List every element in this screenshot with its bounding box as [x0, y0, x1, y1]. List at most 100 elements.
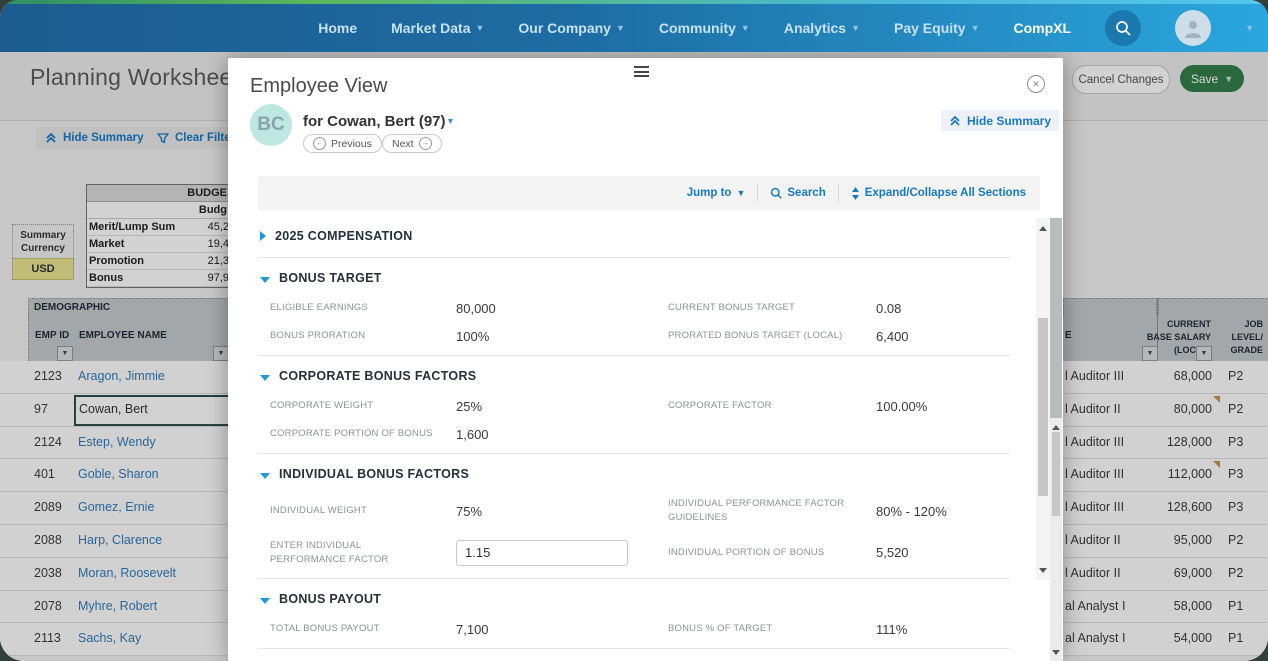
- search-button[interactable]: [1105, 10, 1141, 46]
- expand-collapse-all-button[interactable]: Expand/Collapse All Sections: [851, 187, 1026, 200]
- modal-title: Employee View: [250, 75, 387, 98]
- field-row: INDIVIDUAL WEIGHT 75% INDIVIDUAL PERFORM…: [270, 497, 1010, 526]
- jump-to-dropdown[interactable]: Jump to ▼: [687, 187, 746, 199]
- field-value: 1,600: [456, 427, 668, 442]
- field-value: 6,400: [876, 329, 1010, 344]
- field-row: ELIGIBLE EARNINGS 80,000 CURRENT BONUS T…: [270, 301, 1010, 316]
- field-value: 5,520: [876, 545, 1010, 560]
- modal-hide-summary-label: Hide Summary: [967, 114, 1051, 128]
- field-value: 111%: [876, 622, 1010, 637]
- section-bonus-payout: BONUS PAYOUT TOTAL BONUS PAYOUT 7,100 BO…: [258, 579, 1010, 649]
- section-2025-compensation: 2025 COMPENSATION: [258, 216, 1010, 258]
- drag-handle-icon[interactable]: [634, 66, 649, 80]
- field-label: CORPORATE PORTION OF BONUS: [270, 427, 456, 441]
- field-value: 7,100: [456, 622, 668, 637]
- field-label: ELIGIBLE EARNINGS: [270, 301, 456, 315]
- search-label: Search: [787, 187, 825, 199]
- section-header[interactable]: BONUS PAYOUT: [258, 589, 1010, 609]
- field-value: 80% - 120%: [876, 504, 1010, 519]
- chevron-down-icon: [260, 598, 270, 604]
- field-label: CORPORATE FACTOR: [668, 399, 876, 413]
- section-title: CORPORATE BONUS FACTORS: [279, 369, 476, 383]
- employee-view-modal: Employee View ✕ BC for Cowan, Bert (97) …: [228, 58, 1063, 661]
- field-label: INDIVIDUAL PORTION OF BONUS: [668, 546, 876, 560]
- next-employee-button[interactable]: Next →: [382, 134, 442, 153]
- field-row: ENTER INDIVIDUAL PERFORMANCE FACTOR INDI…: [270, 539, 1010, 568]
- next-label: Next: [392, 138, 414, 150]
- active-tab-indicator: [1035, 58, 1049, 72]
- field-row: BONUS PRORATION 100% PRORATED BONUS TARG…: [270, 329, 1010, 344]
- search-button[interactable]: Search: [770, 187, 825, 199]
- close-icon[interactable]: ✕: [1027, 75, 1045, 93]
- nav-item-market-data[interactable]: Market Data ▼: [391, 20, 484, 36]
- nav-label: CompXL: [1014, 20, 1072, 36]
- nav-more-menu[interactable]: ▼: [1245, 23, 1254, 33]
- nav-item-compxl-active[interactable]: CompXL: [1014, 20, 1072, 36]
- arrow-left-icon: ←: [313, 137, 326, 150]
- field-label: ENTER INDIVIDUAL PERFORMANCE FACTOR: [270, 539, 456, 568]
- nav-label: Home: [318, 20, 357, 36]
- section-header[interactable]: BONUS TARGET: [258, 268, 1010, 288]
- individual-performance-factor-input[interactable]: [456, 540, 628, 566]
- section-bonus-target: BONUS TARGET ELIGIBLE EARNINGS 80,000 CU…: [258, 258, 1010, 356]
- outer-scrollbar[interactable]: [1050, 418, 1062, 661]
- field-label: BONUS PRORATION: [270, 329, 456, 343]
- search-icon: [770, 187, 782, 199]
- chevron-down-icon: ▼: [736, 188, 745, 198]
- nav-item-community[interactable]: Community▼: [659, 20, 750, 36]
- field-label: INDIVIDUAL WEIGHT: [270, 504, 456, 518]
- scroll-down-arrow-icon[interactable]: [1039, 568, 1047, 577]
- person-icon: [1182, 17, 1204, 39]
- app-window: Home Market Data ▼ Our Company▼ Community…: [0, 0, 1268, 661]
- field-label: CORPORATE WEIGHT: [270, 399, 456, 413]
- section-header[interactable]: CORPORATE BONUS FACTORS: [258, 366, 1010, 386]
- section-market-adjustment: MARKET ADJUSTMENT: [258, 649, 1010, 661]
- expand-collapse-label: Expand/Collapse All Sections: [865, 187, 1026, 199]
- double-chevron-up-icon: [949, 115, 961, 127]
- field-label: TOTAL BONUS PAYOUT: [270, 622, 456, 636]
- nav-label: Market Data: [391, 20, 470, 36]
- scroll-up-arrow-icon[interactable]: [1039, 222, 1047, 231]
- scroll-up-arrow-icon[interactable]: [1052, 421, 1060, 430]
- chevron-down-icon: ▼: [475, 23, 484, 33]
- nav-item-our-company[interactable]: Our Company▼: [518, 20, 625, 36]
- field-row: CORPORATE WEIGHT 25% CORPORATE FACTOR 10…: [270, 399, 1010, 414]
- field-row: TOTAL BONUS PAYOUT 7,100 BONUS % OF TARG…: [270, 622, 1010, 637]
- chevron-right-icon: [260, 231, 266, 241]
- user-avatar[interactable]: [1175, 10, 1211, 46]
- toolbar-divider: [757, 184, 758, 202]
- search-icon: [1115, 20, 1131, 36]
- section-header[interactable]: INDIVIDUAL BONUS FACTORS: [258, 464, 1010, 484]
- field-label: CURRENT BONUS TARGET: [668, 301, 876, 315]
- section-corporate-bonus-factors: CORPORATE BONUS FACTORS CORPORATE WEIGHT…: [258, 356, 1010, 454]
- inner-scrollbar[interactable]: [1036, 218, 1050, 580]
- scroll-down-arrow-icon[interactable]: [1052, 650, 1060, 659]
- nav-label: Pay Equity: [894, 20, 966, 36]
- scrollbar-thumb[interactable]: [1038, 318, 1048, 496]
- section-title: 2025 COMPENSATION: [275, 229, 413, 243]
- previous-employee-button[interactable]: ← Previous: [303, 134, 382, 153]
- jump-to-label: Jump to: [687, 187, 732, 199]
- nav-label: Analytics: [784, 20, 846, 36]
- top-nav: Home Market Data ▼ Our Company▼ Community…: [0, 0, 1268, 52]
- modal-toolbar: Jump to ▼ Search Expand/Collapse All Sect…: [258, 176, 1040, 210]
- arrow-right-icon: →: [419, 137, 432, 150]
- panel-edge: [1050, 218, 1062, 418]
- chevron-down-icon: [260, 375, 270, 381]
- nav-item-home[interactable]: Home: [318, 20, 357, 36]
- nav-item-analytics[interactable]: Analytics▼: [784, 20, 860, 36]
- field-value: 100.00%: [876, 399, 1010, 414]
- nav-item-pay-equity[interactable]: Pay Equity▼: [894, 20, 980, 36]
- employee-select-caret-icon[interactable]: ▼: [446, 116, 455, 126]
- field-row: CORPORATE PORTION OF BONUS 1,600: [270, 427, 1010, 442]
- field-label: BONUS % OF TARGET: [668, 622, 876, 636]
- field-value: 80,000: [456, 301, 668, 316]
- modal-hide-summary-button[interactable]: Hide Summary: [941, 110, 1059, 131]
- scrollbar-thumb[interactable]: [1052, 432, 1060, 516]
- employee-avatar: BC: [250, 104, 292, 146]
- previous-label: Previous: [331, 138, 372, 150]
- section-header[interactable]: 2025 COMPENSATION: [258, 226, 1010, 246]
- section-list: 2025 COMPENSATION BONUS TARGET ELIGIBLE …: [258, 216, 1010, 661]
- chevron-down-icon: [260, 473, 270, 479]
- field-label: PRORATED BONUS TARGET (LOCAL): [668, 329, 876, 343]
